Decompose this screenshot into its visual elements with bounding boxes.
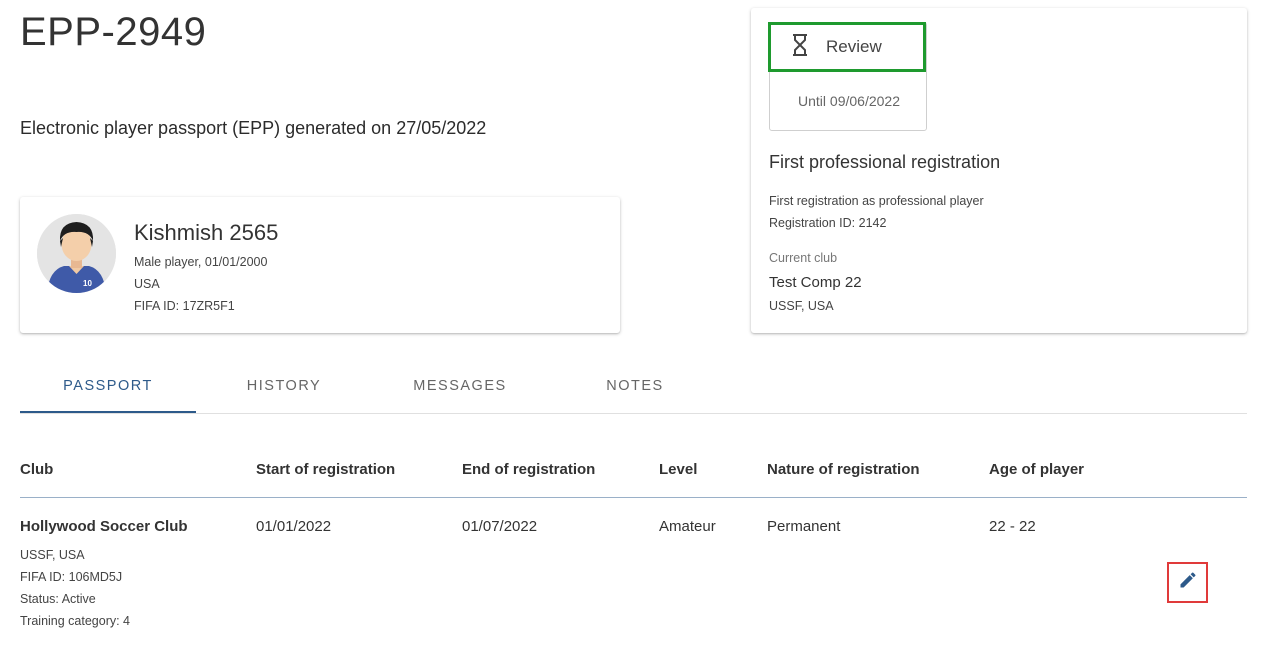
hourglass-icon xyxy=(792,33,808,61)
current-club-label: Current club xyxy=(769,251,838,265)
tab-messages[interactable]: MESSAGES xyxy=(372,366,548,413)
jersey-number: 10 xyxy=(83,279,92,288)
tab-history[interactable]: HISTORY xyxy=(196,366,372,413)
row-end-date: 01/07/2022 xyxy=(462,518,538,535)
player-fifa-id: FIFA ID: 17ZR5F1 xyxy=(134,299,235,313)
row-training-category: Training category: 4 xyxy=(20,614,131,628)
pencil-icon xyxy=(1178,570,1198,595)
review-button[interactable]: Review xyxy=(768,22,926,72)
player-name: Kishmish 2565 xyxy=(134,220,279,245)
current-club-association: USSF, USA xyxy=(769,299,834,313)
registration-title: First professional registration xyxy=(769,152,1001,172)
column-header-start: Start of registration xyxy=(256,461,396,478)
row-club-name: Hollywood Soccer Club xyxy=(20,518,188,535)
column-header-age: Age of player xyxy=(989,461,1085,478)
status-card: Until 09/06/2022 Review First profession… xyxy=(751,8,1247,333)
tab-passport[interactable]: PASSPORT xyxy=(20,366,196,413)
tab-bar: PASSPORT HISTORY MESSAGES NOTES xyxy=(20,366,1247,414)
column-header-nature: Nature of registration xyxy=(767,461,920,478)
row-club-status: Status: Active xyxy=(20,592,96,606)
player-details: Male player, 01/01/2000 xyxy=(134,255,268,269)
current-club-name: Test Comp 22 xyxy=(769,274,862,291)
row-level: Amateur xyxy=(659,518,716,535)
row-start-date: 01/01/2022 xyxy=(256,518,332,535)
review-until: Until 09/06/2022 xyxy=(798,93,900,109)
row-club-association: USSF, USA xyxy=(20,548,85,562)
player-country: USA xyxy=(134,277,160,291)
registration-description: First registration as professional playe… xyxy=(769,194,984,208)
row-club-fifa-id: FIFA ID: 106MD5J xyxy=(20,570,123,584)
edit-button[interactable] xyxy=(1167,562,1208,603)
tab-notes[interactable]: NOTES xyxy=(548,366,722,413)
registration-id: Registration ID: 2142 xyxy=(769,216,887,230)
column-header-club: Club xyxy=(20,461,54,478)
review-label: Review xyxy=(826,37,882,56)
avatar: 10 xyxy=(37,214,116,293)
column-header-end: End of registration xyxy=(462,461,596,478)
page-title: EPP-2949 xyxy=(20,10,207,54)
player-avatar-icon: 10 xyxy=(37,214,116,293)
player-card: 10 Kishmish 2565 Male player, 01/01/2000… xyxy=(20,197,620,333)
column-header-level: Level xyxy=(659,461,698,478)
row-age: 22 - 22 xyxy=(989,518,1036,535)
row-nature: Permanent xyxy=(767,518,841,535)
table-header: Club Start of registration End of regist… xyxy=(20,450,1247,498)
page-subtitle: Electronic player passport (EPP) generat… xyxy=(20,118,487,138)
